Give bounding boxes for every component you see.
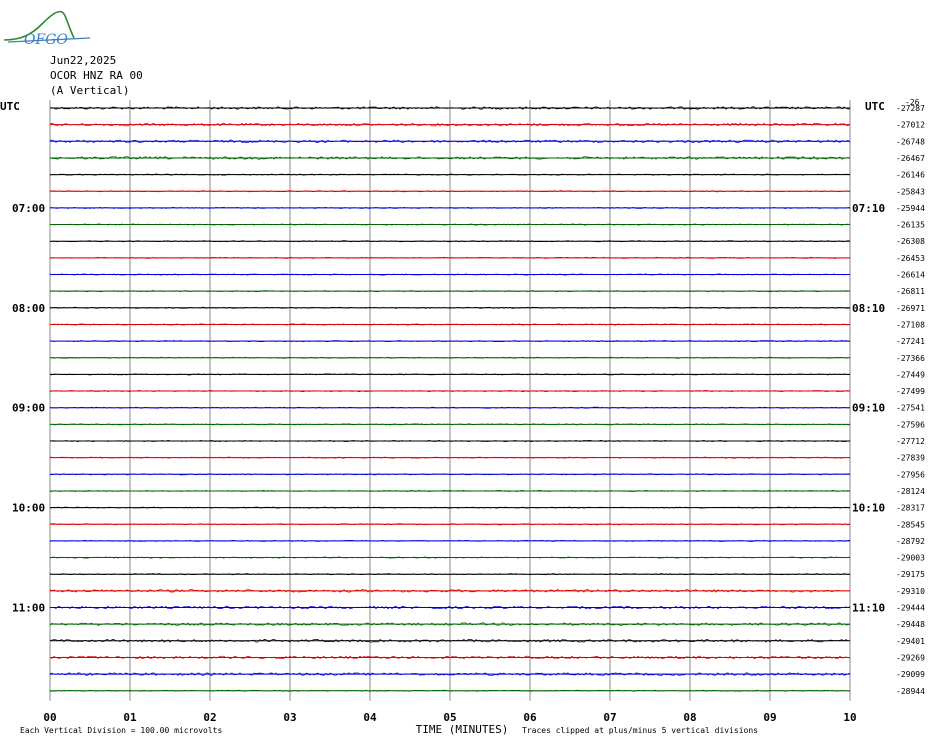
trace-offset-label: -26308 bbox=[896, 237, 925, 246]
x-tick-label: 08 bbox=[683, 711, 696, 724]
x-tick-label: 10 bbox=[843, 711, 856, 724]
hour-label-left: 08:00 bbox=[12, 302, 45, 315]
x-tick-label: 07 bbox=[603, 711, 616, 724]
trace-offset-label: -29448 bbox=[896, 620, 925, 629]
trace-offset-label: -26811 bbox=[896, 287, 925, 296]
x-tick-label: 06 bbox=[523, 711, 537, 724]
hour-label-left: 11:00 bbox=[12, 602, 45, 615]
footer-clip-note: Traces clipped at plus/minus 5 vertical … bbox=[522, 726, 758, 735]
trace-offset-label: -26971 bbox=[896, 304, 925, 313]
trace-offset-label: -28944 bbox=[896, 687, 925, 696]
trace-offset-label: -27108 bbox=[896, 320, 925, 329]
trace-offset-label: -25944 bbox=[896, 204, 925, 213]
trace-offset-label: -29099 bbox=[896, 670, 925, 679]
trace-offset-label: -27541 bbox=[896, 404, 925, 413]
trace-offset-label: -27956 bbox=[896, 470, 925, 479]
x-tick-label: 00 bbox=[43, 711, 56, 724]
x-tick-label: 03 bbox=[283, 711, 296, 724]
footer-scale-note: Each Vertical Division = 100.00 microvol… bbox=[20, 726, 222, 735]
trace-offset-label: -26453 bbox=[896, 254, 925, 263]
utc-label-left: UTC bbox=[0, 100, 20, 113]
trace-offset-label: -27366 bbox=[896, 354, 925, 363]
trace-offset-label: -29175 bbox=[896, 570, 925, 579]
hour-label-right: 10:10 bbox=[852, 502, 885, 515]
hour-label-left: 10:00 bbox=[12, 502, 45, 515]
trace-offset-label: -29401 bbox=[896, 637, 925, 646]
trace-offset-label: -27712 bbox=[896, 437, 925, 446]
hour-label-left: 09:00 bbox=[12, 402, 45, 415]
x-tick-label: 01 bbox=[123, 711, 137, 724]
trace-offset-label: -25843 bbox=[896, 187, 925, 196]
trace-offset-label: -29444 bbox=[896, 604, 925, 613]
hour-label-right: 07:10 bbox=[852, 202, 885, 215]
start-value-label: -26 bbox=[905, 98, 920, 107]
trace-offset-label: -26748 bbox=[896, 137, 925, 146]
helicorder-plot: -27287-27012-26748-26467-26146-25843-259… bbox=[0, 98, 925, 736]
x-tick-label: 04 bbox=[363, 711, 377, 724]
hour-label-right: 09:10 bbox=[852, 402, 885, 415]
x-axis-label: TIME (MINUTES) bbox=[416, 723, 509, 736]
x-tick-label: 09 bbox=[763, 711, 776, 724]
trace-offset-label: -29003 bbox=[896, 554, 925, 563]
trace-offset-label: -26146 bbox=[896, 171, 925, 180]
hour-label-left: 07:00 bbox=[12, 202, 45, 215]
trace-offset-label: -27596 bbox=[896, 420, 925, 429]
trace-offset-label: -27449 bbox=[896, 370, 925, 379]
trace-offset-label: -27839 bbox=[896, 454, 925, 463]
x-tick-label: 02 bbox=[203, 711, 216, 724]
trace-offset-label: -28792 bbox=[896, 537, 925, 546]
trace-offset-label: -29269 bbox=[896, 653, 925, 662]
trace-offset-label: -26135 bbox=[896, 221, 925, 230]
trace-offset-label: -28545 bbox=[896, 520, 925, 529]
trace-offset-label: -27499 bbox=[896, 387, 925, 396]
trace-offset-label: -26614 bbox=[896, 271, 925, 280]
trace-offset-label: -28124 bbox=[896, 487, 925, 496]
trace-offset-label: -28317 bbox=[896, 504, 925, 513]
hour-label-right: 11:10 bbox=[852, 602, 885, 615]
trace-offset-label: -27012 bbox=[896, 121, 925, 130]
trace-offset-label: -29310 bbox=[896, 587, 925, 596]
trace-offset-label: -26467 bbox=[896, 154, 925, 163]
hour-label-right: 08:10 bbox=[852, 302, 885, 315]
utc-label-right: UTC bbox=[865, 100, 885, 113]
trace-offset-label: -27241 bbox=[896, 337, 925, 346]
